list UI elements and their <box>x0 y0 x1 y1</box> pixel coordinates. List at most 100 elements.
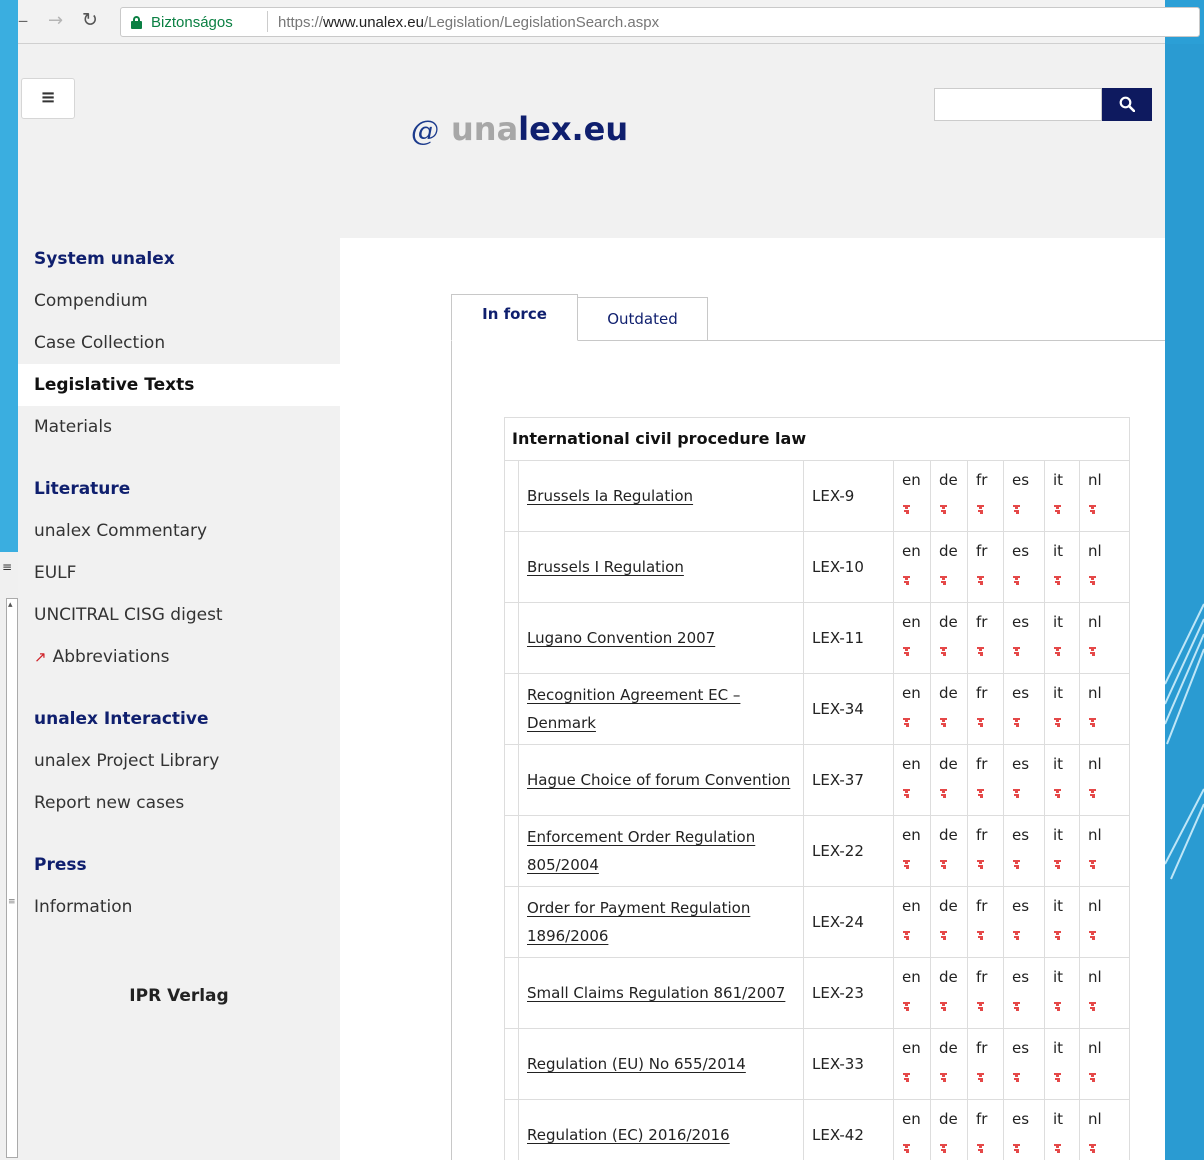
language-cell-de[interactable]: de <box>931 745 968 815</box>
sidebar-item-information[interactable]: Information <box>18 886 340 928</box>
language-cell-en[interactable]: en <box>894 958 931 1028</box>
pdf-icon[interactable] <box>977 860 984 869</box>
pdf-icon[interactable] <box>940 647 947 656</box>
pdf-icon[interactable] <box>977 505 984 514</box>
pdf-icon[interactable] <box>1013 931 1020 940</box>
regulation-link[interactable]: Brussels I Regulation <box>527 553 684 581</box>
scroll-up-arrow-icon[interactable]: ▴ <box>8 600 13 610</box>
pdf-icon[interactable] <box>903 1144 910 1153</box>
regulation-link[interactable]: Regulation (EU) No 655/2014 <box>527 1050 746 1078</box>
address-bar[interactable]: Biztonságos https://www.unalex.eu/Legisl… <box>120 7 1200 37</box>
language-cell-nl[interactable]: nl <box>1080 1029 1117 1099</box>
url-text[interactable]: https://www.unalex.eu/Legislation/Legisl… <box>278 14 659 31</box>
regulation-link[interactable]: Enforcement Order Regulation 805/2004 <box>527 823 795 879</box>
pdf-icon[interactable] <box>977 718 984 727</box>
language-cell-de[interactable]: de <box>931 816 968 886</box>
pdf-icon[interactable] <box>940 789 947 798</box>
language-cell-it[interactable]: it <box>1045 603 1080 673</box>
pdf-icon[interactable] <box>1089 789 1096 798</box>
regulation-link[interactable]: Recognition Agreement EC – Denmark <box>527 681 795 737</box>
pdf-icon[interactable] <box>1013 789 1020 798</box>
pdf-icon[interactable] <box>940 718 947 727</box>
language-cell-de[interactable]: de <box>931 1029 968 1099</box>
language-cell-en[interactable]: en <box>894 1029 931 1099</box>
language-cell-fr[interactable]: fr <box>968 674 1004 744</box>
pdf-icon[interactable] <box>1013 505 1020 514</box>
tab-outdated[interactable]: Outdated <box>577 297 708 341</box>
pdf-icon[interactable] <box>1054 647 1061 656</box>
regulation-link[interactable]: Regulation (EC) 2016/2016 <box>527 1121 730 1149</box>
sidebar-item-unalex-commentary[interactable]: unalex Commentary <box>18 510 340 552</box>
pdf-icon[interactable] <box>977 1073 984 1082</box>
pdf-icon[interactable] <box>1089 647 1096 656</box>
pdf-icon[interactable] <box>903 860 910 869</box>
language-cell-nl[interactable]: nl <box>1080 1100 1117 1160</box>
language-cell-en[interactable]: en <box>894 674 931 744</box>
language-cell-en[interactable]: en <box>894 603 931 673</box>
pdf-icon[interactable] <box>903 647 910 656</box>
site-logo[interactable]: @ unalex.eu <box>411 110 628 148</box>
pdf-icon[interactable] <box>1054 718 1061 727</box>
language-cell-de[interactable]: de <box>931 603 968 673</box>
sidebar-item-eulf[interactable]: EULF <box>18 552 340 594</box>
language-cell-fr[interactable]: fr <box>968 887 1004 957</box>
language-cell-es[interactable]: es <box>1004 958 1045 1028</box>
sidebar-item-case-collection[interactable]: Case Collection <box>18 322 340 364</box>
pdf-icon[interactable] <box>977 789 984 798</box>
pdf-icon[interactable] <box>1054 1073 1061 1082</box>
regulation-link[interactable]: Brussels Ia Regulation <box>527 482 693 510</box>
sidebar-item-materials[interactable]: Materials <box>18 406 340 448</box>
language-cell-fr[interactable]: fr <box>968 603 1004 673</box>
language-cell-en[interactable]: en <box>894 816 931 886</box>
pdf-icon[interactable] <box>903 576 910 585</box>
pdf-icon[interactable] <box>940 505 947 514</box>
pdf-icon[interactable] <box>1089 505 1096 514</box>
language-cell-fr[interactable]: fr <box>968 958 1004 1028</box>
language-cell-it[interactable]: it <box>1045 958 1080 1028</box>
pdf-icon[interactable] <box>1054 1002 1061 1011</box>
pdf-icon[interactable] <box>1013 1144 1020 1153</box>
language-cell-nl[interactable]: nl <box>1080 532 1117 602</box>
forward-arrow-icon[interactable]: → <box>48 10 63 31</box>
pdf-icon[interactable] <box>1054 1144 1061 1153</box>
sidebar-item-compendium[interactable]: Compendium <box>18 280 340 322</box>
language-cell-es[interactable]: es <box>1004 603 1045 673</box>
pdf-icon[interactable] <box>940 576 947 585</box>
language-cell-it[interactable]: it <box>1045 816 1080 886</box>
pdf-icon[interactable] <box>903 505 910 514</box>
background-window-scrollbar[interactable] <box>6 598 18 1158</box>
sidebar-item-press[interactable]: Press <box>18 844 340 886</box>
pdf-icon[interactable] <box>903 1002 910 1011</box>
language-cell-nl[interactable]: nl <box>1080 461 1117 531</box>
search-input[interactable] <box>934 88 1102 121</box>
pdf-icon[interactable] <box>1089 1002 1096 1011</box>
pdf-icon[interactable] <box>1013 860 1020 869</box>
pdf-icon[interactable] <box>940 860 947 869</box>
language-cell-es[interactable]: es <box>1004 461 1045 531</box>
sidebar-item-unalex-interactive[interactable]: unalex Interactive <box>18 698 340 740</box>
pdf-icon[interactable] <box>940 1002 947 1011</box>
language-cell-it[interactable]: it <box>1045 674 1080 744</box>
language-cell-es[interactable]: es <box>1004 674 1045 744</box>
language-cell-es[interactable]: es <box>1004 816 1045 886</box>
pdf-icon[interactable] <box>940 1144 947 1153</box>
sidebar-item-unalex-project-library[interactable]: unalex Project Library <box>18 740 340 782</box>
pdf-icon[interactable] <box>940 931 947 940</box>
sidebar-item-report-new-cases[interactable]: Report new cases <box>18 782 340 824</box>
language-cell-it[interactable]: it <box>1045 532 1080 602</box>
pdf-icon[interactable] <box>977 1144 984 1153</box>
pdf-icon[interactable] <box>903 931 910 940</box>
sidebar-item-legislative-texts[interactable]: Legislative Texts <box>18 364 340 406</box>
pdf-icon[interactable] <box>977 647 984 656</box>
language-cell-en[interactable]: en <box>894 1100 931 1160</box>
language-cell-fr[interactable]: fr <box>968 461 1004 531</box>
regulation-link[interactable]: Lugano Convention 2007 <box>527 624 715 652</box>
regulation-link[interactable]: Order for Payment Regulation 1896/2006 <box>527 894 795 950</box>
sidebar-item-literature[interactable]: Literature <box>18 468 340 510</box>
language-cell-fr[interactable]: fr <box>968 745 1004 815</box>
pdf-icon[interactable] <box>1054 931 1061 940</box>
language-cell-en[interactable]: en <box>894 532 931 602</box>
language-cell-de[interactable]: de <box>931 461 968 531</box>
publisher-link[interactable]: IPR Verlag <box>18 986 340 1006</box>
language-cell-it[interactable]: it <box>1045 461 1080 531</box>
